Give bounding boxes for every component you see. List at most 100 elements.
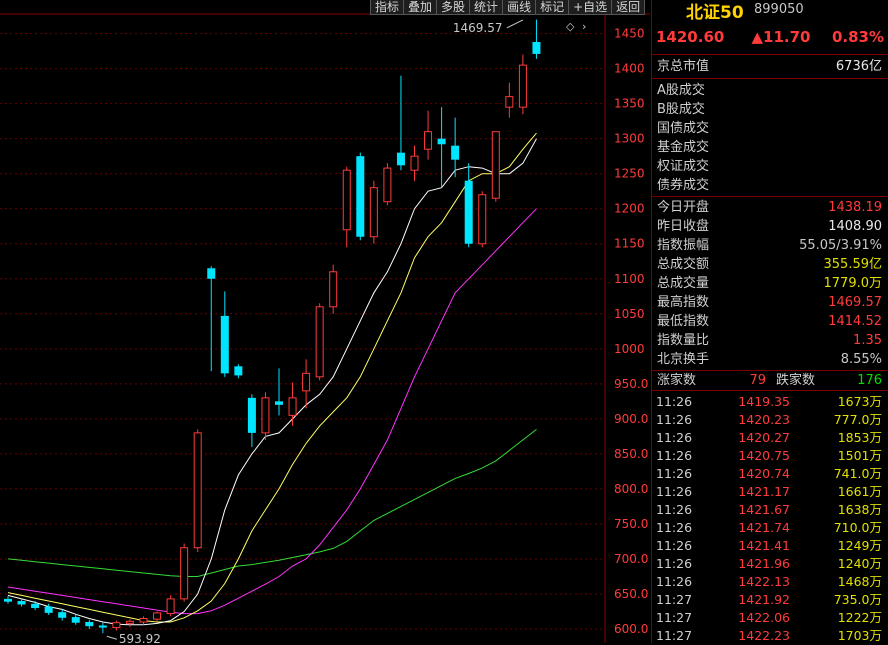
candle-body (139, 617, 148, 623)
tick-time: 11:26 (656, 394, 693, 409)
toolbar-button-4[interactable]: 画线 (502, 0, 537, 15)
tick-time: 11:26 (656, 448, 693, 463)
tick-row: 11:26 1421.67 1638万 (652, 501, 888, 519)
candle-body (451, 145, 460, 160)
ma20-line (7, 208, 537, 615)
tick-volume: 1240万 (837, 556, 882, 571)
stat-value: 1.35 (853, 333, 882, 348)
tick-volume: 1222万 (837, 610, 882, 625)
tick-time: 11:27 (656, 610, 693, 625)
tick-price: 1421.67 (738, 502, 790, 517)
toolbar-button-6[interactable]: +自选 (568, 0, 613, 15)
toolbar-button-2[interactable]: 多股 (436, 0, 471, 15)
stat-row: 最低指数 1414.52 (652, 312, 888, 331)
y-tick-label: 1250 (614, 167, 645, 181)
candle-body (17, 600, 26, 605)
tick-price: 1420.74 (738, 466, 790, 481)
tick-volume: 1703万 (837, 628, 882, 643)
stat-label: 最低指数 (657, 314, 710, 329)
tick-price: 1420.27 (738, 430, 790, 445)
tick-volume: 710.0万 (833, 520, 882, 535)
tick-price: 1422.23 (738, 628, 790, 643)
candle-body (410, 155, 419, 171)
toolbar-button-1[interactable]: 叠加 (403, 0, 438, 15)
candle-body (329, 271, 338, 308)
tick-price: 1420.75 (738, 448, 790, 463)
y-tick-label: 1450 (614, 27, 645, 41)
candle-body (58, 612, 67, 618)
tick-volume: 1501万 (837, 448, 882, 463)
tick-volume: 1661万 (837, 484, 882, 499)
tick-volume: 741.0万 (833, 466, 882, 481)
stat-value: 1438.19 (828, 200, 882, 215)
tick-time: 11:26 (656, 556, 693, 571)
candle-body (220, 315, 229, 374)
candle-body (234, 366, 243, 376)
candle-body (342, 169, 351, 231)
index-name: 北证50 (686, 3, 744, 23)
tick-row: 11:26 1421.96 1240万 (652, 555, 888, 573)
toolbar-button-3[interactable]: 统计 (469, 0, 504, 15)
tick-row: 11:27 1422.23 1703万 (652, 627, 888, 645)
volume-row: 国债成交 (652, 119, 888, 138)
y-tick-label: 600.0 (614, 622, 648, 636)
tick-row: 11:27 1422.06 1222万 (652, 609, 888, 627)
stat-label: 最高指数 (657, 295, 710, 310)
tick-row: 11:26 1422.13 1468万 (652, 573, 888, 591)
ma5-line (7, 138, 537, 626)
toolbar-button-7[interactable]: 返回 (611, 0, 646, 15)
tick-price: 1422.06 (738, 610, 790, 625)
y-tick-label: 900.0 (614, 412, 648, 426)
tick-price: 1421.74 (738, 520, 790, 535)
tick-time: 11:27 (656, 592, 693, 607)
tick-volume: 1468万 (837, 574, 882, 589)
tick-time: 11:26 (656, 430, 693, 445)
candle-body (44, 606, 53, 613)
candle-body (315, 306, 324, 378)
volume-label: 债券成交 (657, 178, 710, 193)
tick-price: 1422.13 (738, 574, 790, 589)
stat-label: 北京换手 (657, 352, 710, 367)
candle-body (31, 603, 40, 608)
stat-row: 最高指数 1469.57 (652, 293, 888, 312)
tick-price: 1420.23 (738, 412, 790, 427)
tick-row: 11:27 1421.92 735.0万 (652, 591, 888, 609)
kline-chart[interactable]: 1450 1400 1350 1300 1250 1200 1150 1100 1050 1000… (0, 0, 650, 643)
kline-svg[interactable]: 1450 1400 1350 1300 1250 1200 1150 1100 1050 1000… (0, 0, 650, 643)
chevron-right-icon: › (582, 20, 586, 33)
toolbar-button-0[interactable]: 指标 (370, 0, 405, 15)
tick-list[interactable]: 11:26 1419.35 1673万 11:26 1420.23 777.0万 11:26… (652, 391, 888, 645)
index-code: 899050 (754, 2, 804, 17)
y-tick-label: 1100 (614, 272, 645, 286)
candle-body (424, 131, 433, 150)
breadth-row: 涨家数 79 跌家数 176 (652, 371, 888, 391)
tick-volume: 735.0万 (833, 592, 882, 607)
y-tick-label: 850.0 (614, 447, 648, 461)
up-count: 79 (749, 373, 766, 388)
tick-time: 11:26 (656, 538, 693, 553)
volume-label: 基金成交 (657, 140, 710, 155)
candle-body (356, 156, 365, 237)
candle-body (180, 547, 189, 600)
volume-label: 权证成交 (657, 159, 710, 174)
candle-body (85, 621, 94, 627)
tick-time: 11:26 (656, 466, 693, 481)
candle-body (275, 401, 283, 405)
stat-label: 总成交额 (657, 257, 710, 272)
candle-body (491, 131, 500, 199)
tick-row: 11:26 1420.23 777.0万 (652, 411, 888, 429)
y-tick-label: 1200 (614, 202, 645, 216)
stat-label: 昨日收盘 (657, 219, 710, 234)
down-count-label: 跌家数 (776, 373, 816, 388)
candle-body (288, 397, 297, 416)
y-tick-label: 1300 (614, 132, 645, 146)
toolbar-button-5[interactable]: 标记 (535, 0, 570, 15)
market-cap-value: 6736亿 (835, 59, 882, 74)
volume-row: A股成交 (652, 81, 888, 100)
volume-row: B股成交 (652, 100, 888, 119)
volume-label: 国债成交 (657, 121, 710, 136)
stat-value: 55.05/3.91% (799, 238, 882, 253)
stat-label: 总成交量 (657, 276, 710, 291)
candle-body (247, 397, 256, 433)
pct-change: 0.83% (831, 28, 884, 46)
